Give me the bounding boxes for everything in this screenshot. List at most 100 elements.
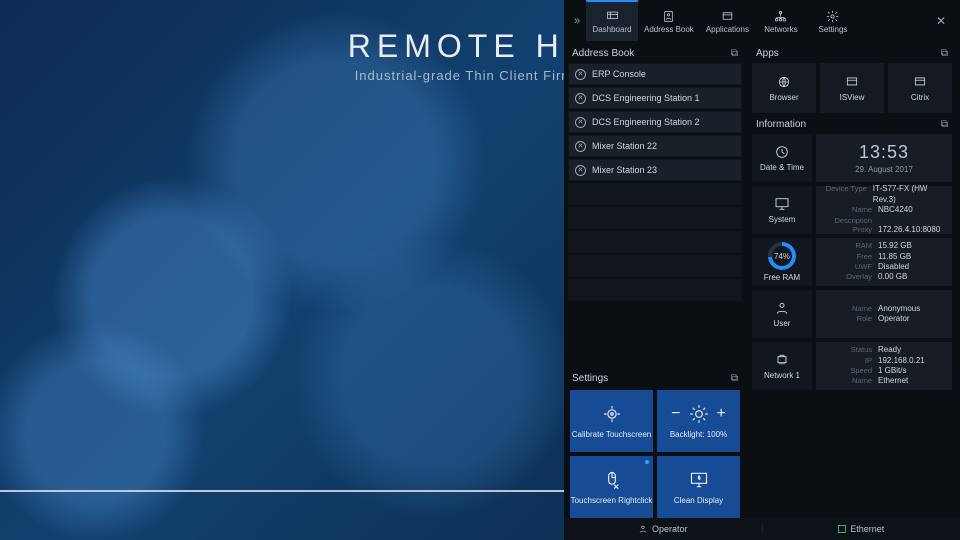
device-proxy: 172.26.4.10:8080: [878, 225, 940, 235]
nav-label: Applications: [706, 25, 749, 34]
device-name: NBC4240: [878, 205, 913, 215]
ram-gauge: 74%: [768, 242, 796, 270]
bottom-ethernet[interactable]: Ethernet: [763, 524, 960, 534]
nav-label: Settings: [819, 25, 848, 34]
information-list: Date & Time 13:53 29. August 2017 System: [748, 134, 956, 390]
info-icon-label: Date & Time: [760, 163, 804, 172]
ethernet-icon: [774, 352, 790, 368]
device-type: IT-S77-FX (HW Rev.3): [873, 184, 944, 205]
decrease-icon[interactable]: −: [671, 406, 680, 422]
address-book-icon: [662, 10, 675, 23]
bottom-operator[interactable]: Operator: [564, 524, 763, 534]
target-icon: [602, 404, 622, 424]
address-book-empty-slot[interactable]: [568, 231, 742, 253]
ab-label: ERP Console: [592, 69, 646, 79]
gear-icon: [826, 10, 839, 23]
section-title: Apps: [756, 48, 779, 59]
tile-label: Calibrate Touchscreen: [572, 430, 651, 439]
settings-header: Settings ⧉: [564, 367, 746, 388]
address-book-empty-slot[interactable]: [568, 279, 742, 301]
ram-percent: 74%: [774, 252, 790, 261]
ethernet-status-icon: [838, 525, 846, 533]
nav-networks[interactable]: Networks: [755, 0, 807, 41]
user-icon: [638, 524, 648, 534]
address-book-empty-slot[interactable]: [568, 183, 742, 205]
nav-label: Address Book: [644, 25, 694, 34]
address-book-item[interactable]: ✕ ERP Console: [568, 63, 742, 85]
ram-uwf: Disabled: [878, 262, 909, 272]
remove-icon[interactable]: ✕: [575, 69, 586, 80]
control-panel: » Dashboard Address Book Applications Ne…: [564, 0, 960, 540]
settings-tiles: Calibrate Touchscreen − + Backlight: 100…: [564, 390, 746, 518]
bottom-operator-label: Operator: [652, 524, 688, 534]
ab-label: Mixer Station 22: [592, 141, 657, 151]
address-book-empty-slot[interactable]: [568, 255, 742, 277]
top-nav: » Dashboard Address Book Applications Ne…: [564, 0, 960, 42]
user-icon: [774, 300, 790, 316]
remove-icon[interactable]: ✕: [575, 141, 586, 152]
remove-icon[interactable]: ✕: [575, 165, 586, 176]
ab-label: DCS Engineering Station 1: [592, 93, 700, 103]
app-label: ISView: [840, 93, 865, 102]
popout-icon[interactable]: ⧉: [941, 48, 948, 59]
net-speed: 1 GBit/s: [878, 366, 906, 376]
clock-icon: [774, 144, 790, 160]
address-book-item[interactable]: ✕ DCS Engineering Station 1: [568, 87, 742, 109]
bottom-ethernet-label: Ethernet: [850, 524, 884, 534]
sun-icon: [689, 404, 709, 424]
info-user[interactable]: User NameAnonymous RoleOperator: [752, 290, 952, 338]
popout-icon[interactable]: ⧉: [731, 373, 738, 384]
app-label: Citrix: [911, 93, 929, 102]
backlight-tile[interactable]: − + Backlight: 100%: [657, 390, 740, 452]
info-ram[interactable]: 74% Free RAM RAM15.92 GB Free11.85 GB UW…: [752, 238, 952, 286]
address-book-list: ✕ERP Console ✕DCS Engineering Station 1 …: [564, 63, 746, 301]
info-network[interactable]: Network 1 StatusReady IP192.168.0.21 Spe…: [752, 342, 952, 390]
ram-free: 11.85 GB: [878, 252, 911, 262]
close-button[interactable]: ✕: [926, 0, 956, 41]
app-citrix[interactable]: Citrix: [888, 63, 952, 113]
section-title: Information: [756, 119, 806, 130]
nav-settings[interactable]: Settings: [807, 0, 859, 41]
tile-label: Backlight: 100%: [670, 430, 727, 439]
info-datetime[interactable]: Date & Time 13:53 29. August 2017: [752, 134, 952, 182]
remove-icon[interactable]: ✕: [575, 117, 586, 128]
info-icon-label: Free RAM: [764, 273, 800, 282]
address-book-header: Address Book ⧉: [564, 42, 746, 63]
nav-address-book[interactable]: Address Book: [638, 0, 700, 41]
address-book-item[interactable]: ✕ Mixer Station 22: [568, 135, 742, 157]
ram-total: 15.92 GB: [878, 241, 912, 251]
clean-display-tile[interactable]: Clean Display: [657, 456, 740, 518]
address-book-empty-slot[interactable]: [568, 207, 742, 229]
net-status: Ready: [878, 345, 901, 355]
clock-date: 29. August 2017: [855, 165, 913, 174]
user-role: Operator: [878, 314, 910, 324]
info-system[interactable]: System Device TypeIT-S77-FX (HW Rev.3) N…: [752, 186, 952, 234]
app-browser[interactable]: Browser: [752, 63, 816, 113]
touchscreen-rightclick-tile[interactable]: Touchscreen Rightclick: [570, 456, 653, 518]
tile-label: Touchscreen Rightclick: [571, 496, 653, 505]
ram-overlay: 0.00 GB: [878, 272, 907, 282]
popout-icon[interactable]: ⧉: [731, 48, 738, 59]
nav-label: Networks: [764, 25, 797, 34]
remove-icon[interactable]: ✕: [575, 93, 586, 104]
mouse-rightclick-icon: [602, 470, 622, 490]
apps-header: Apps ⧉: [748, 42, 956, 63]
ab-label: Mixer Station 23: [592, 165, 657, 175]
app-isview[interactable]: ISView: [820, 63, 884, 113]
info-icon-label: Network 1: [764, 371, 800, 380]
nav-label: Dashboard: [592, 25, 631, 34]
user-name: Anonymous: [878, 304, 920, 314]
popout-icon[interactable]: ⧉: [941, 119, 948, 130]
increase-icon[interactable]: +: [717, 406, 726, 422]
calibrate-touchscreen-tile[interactable]: Calibrate Touchscreen: [570, 390, 653, 452]
collapse-chevron-icon[interactable]: »: [568, 0, 586, 41]
nav-applications[interactable]: Applications: [700, 0, 755, 41]
ab-label: DCS Engineering Station 2: [592, 117, 700, 127]
address-book-item[interactable]: ✕ DCS Engineering Station 2: [568, 111, 742, 133]
nav-dashboard[interactable]: Dashboard: [586, 0, 638, 41]
indicator-dot: [645, 460, 649, 464]
window-icon: [845, 75, 859, 89]
address-book-item[interactable]: ✕ Mixer Station 23: [568, 159, 742, 181]
applications-icon: [721, 10, 734, 23]
networks-icon: [774, 10, 787, 23]
